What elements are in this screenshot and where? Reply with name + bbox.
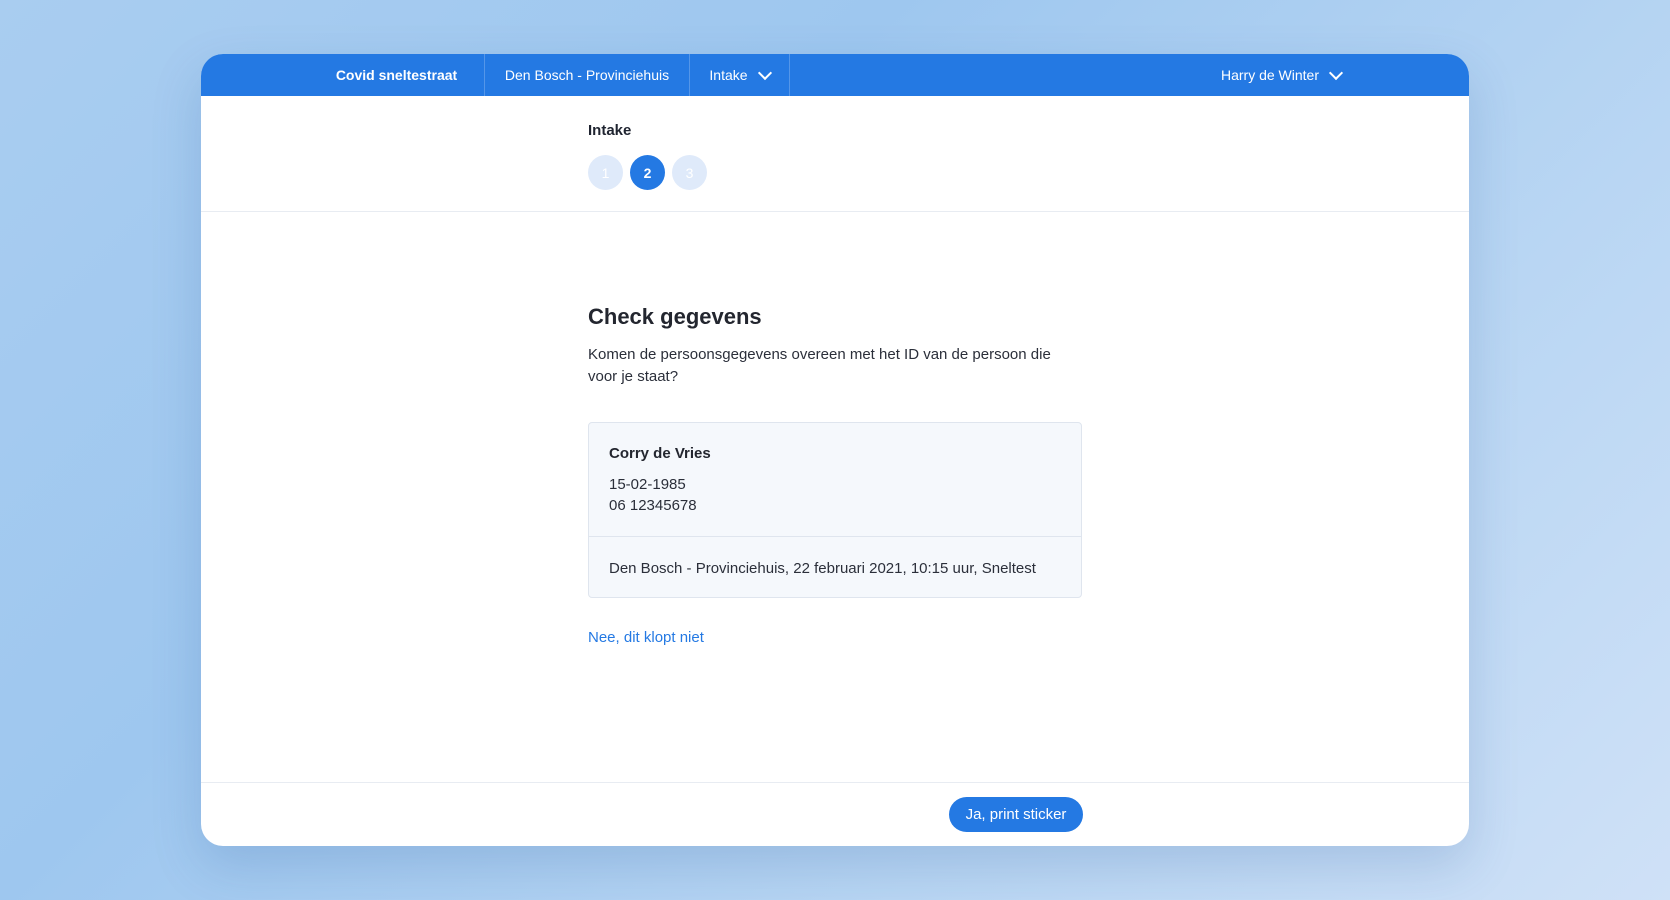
main-content: Check gegevens Komen de persoonsgegevens… — [588, 304, 1084, 647]
page-header: Intake 1 2 3 — [201, 96, 1469, 212]
step-1: 1 — [588, 155, 623, 190]
step-menu-label: Intake — [709, 67, 748, 83]
print-sticker-button[interactable]: Ja, print sticker — [949, 797, 1083, 832]
step-menu[interactable]: Intake — [689, 54, 790, 96]
top-navigation-bar: Covid sneltestraat Den Bosch - Provincie… — [201, 54, 1469, 96]
location-label: Den Bosch - Provinciehuis — [504, 67, 670, 83]
app-name[interactable]: Covid sneltestraat — [309, 54, 484, 96]
person-details-card: Corry de Vries 15-02-1985 06 12345678 De… — [588, 422, 1082, 598]
section-heading: Check gegevens — [588, 304, 762, 329]
page-title: Intake — [588, 122, 632, 139]
person-details: Corry de Vries 15-02-1985 06 12345678 — [589, 423, 1081, 537]
step-3: 3 — [672, 155, 707, 190]
deny-details-link[interactable]: Nee, dit klopt niet — [588, 629, 704, 646]
person-name: Corry de Vries — [609, 445, 711, 462]
user-name: Harry de Winter — [1220, 67, 1320, 83]
app-name-label: Covid sneltestraat — [335, 67, 458, 83]
section-description: Komen de persoonsgegevens overeen met he… — [588, 346, 1051, 385]
user-menu[interactable]: Harry de Winter — [1201, 54, 1361, 96]
step-indicator: 1 2 3 — [588, 155, 707, 190]
appointment-details: Den Bosch - Provinciehuis, 22 februari 2… — [609, 560, 1036, 577]
person-phone: 06 12345678 — [609, 497, 697, 514]
chevron-down-icon — [1328, 65, 1344, 80]
location-selector[interactable]: Den Bosch - Provinciehuis — [484, 54, 689, 96]
footer-bar: Ja, print sticker — [201, 782, 1469, 846]
app-window: Covid sneltestraat Den Bosch - Provincie… — [201, 54, 1469, 846]
person-birthdate: 15-02-1985 — [609, 476, 686, 493]
chevron-down-icon — [757, 65, 772, 80]
step-2: 2 — [630, 155, 665, 190]
